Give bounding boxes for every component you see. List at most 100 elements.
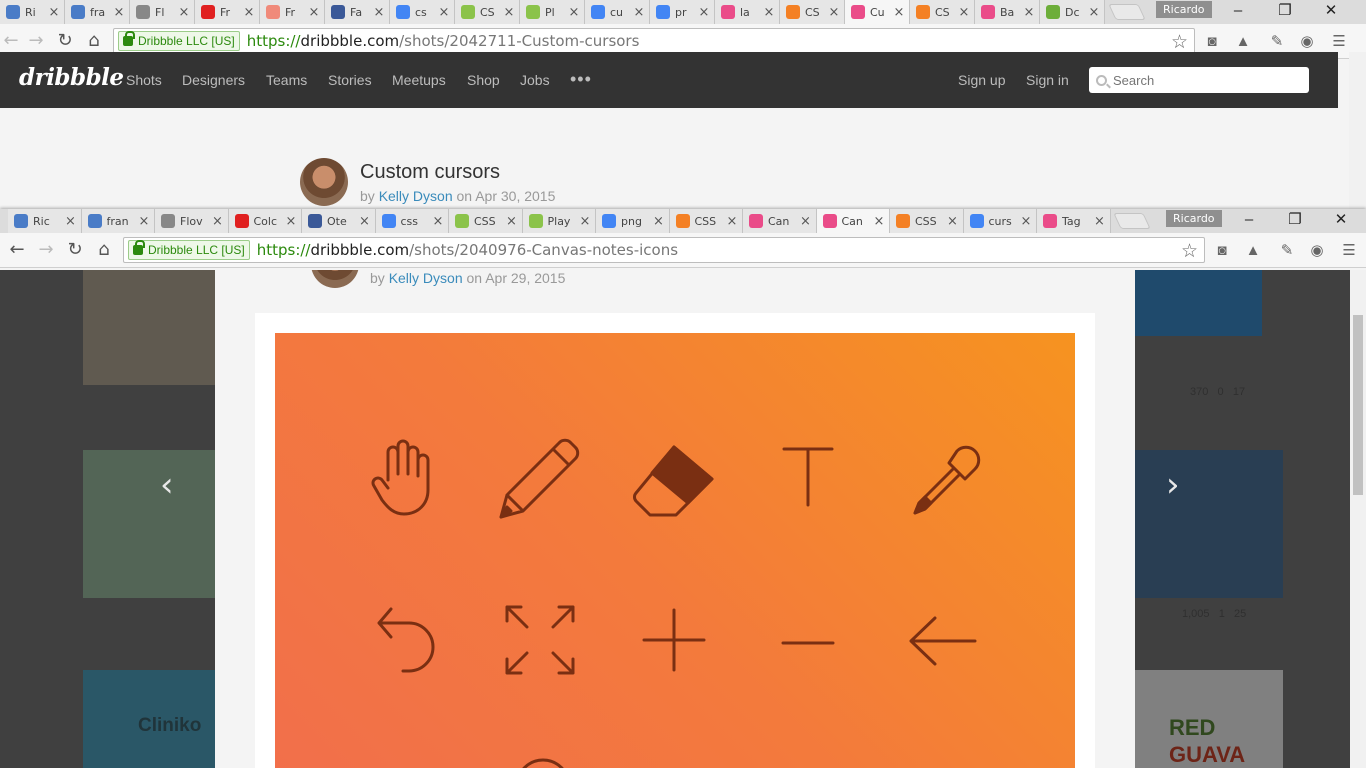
tab-close-icon[interactable]: × <box>1023 5 1035 20</box>
nav-designers[interactable]: Designers <box>182 72 245 88</box>
next-shot-arrow-icon[interactable]: › <box>1166 465 1180 505</box>
tab-close-icon[interactable]: × <box>243 5 255 20</box>
scrollbar-thumb[interactable] <box>1353 315 1363 495</box>
previous-shot-arrow-icon[interactable]: ‹ <box>160 465 174 505</box>
tab-close-icon[interactable]: × <box>763 5 775 20</box>
shot-image[interactable] <box>275 333 1075 768</box>
author-link[interactable]: Kelly Dyson <box>379 188 453 204</box>
nav-stories[interactable]: Stories <box>328 72 372 88</box>
tab-close-icon[interactable]: × <box>503 5 515 20</box>
drive-icon[interactable]: ▲ <box>1244 242 1262 260</box>
tab-close-icon[interactable]: × <box>138 214 150 229</box>
browser-tab[interactable]: Cu × <box>845 0 910 24</box>
tab-close-icon[interactable]: × <box>633 5 645 20</box>
browser-tab[interactable]: fran × <box>81 209 155 233</box>
camera-icon[interactable]: ◙ <box>1213 242 1231 260</box>
nav-meetups[interactable]: Meetups <box>392 72 446 88</box>
browser-tab[interactable]: fra × <box>65 0 130 24</box>
tab-close-icon[interactable]: × <box>113 5 125 20</box>
browser-tab[interactable]: Tag × <box>1037 209 1111 233</box>
close-window-button[interactable]: ✕ <box>1308 0 1354 22</box>
tab-close-icon[interactable]: × <box>1020 214 1032 229</box>
author-link[interactable]: Kelly Dyson <box>389 270 463 286</box>
browser-tab[interactable]: cu × <box>585 0 650 24</box>
address-bar[interactable]: Dribbble LLC [US] https://dribbble.com/s… <box>113 28 1195 54</box>
drive-icon[interactable]: ▲ <box>1234 33 1252 51</box>
eyedropper-extension-icon[interactable]: ✎ <box>1268 33 1286 51</box>
nav-teams[interactable]: Teams <box>266 72 307 88</box>
browser-tab[interactable]: Pl × <box>520 0 585 24</box>
browser-tab[interactable]: Fl × <box>130 0 195 24</box>
minimize-button[interactable]: – <box>1226 209 1272 231</box>
restore-button[interactable]: ❐ <box>1262 0 1308 22</box>
browser-tab[interactable]: Play × <box>522 209 596 233</box>
extension-icon[interactable]: ◉ <box>1298 33 1316 51</box>
signup-link[interactable]: Sign up <box>958 72 1005 88</box>
security-indicator[interactable]: Dribbble LLC [US] <box>128 240 250 260</box>
browser-tab[interactable]: Colc × <box>228 209 302 233</box>
tab-close-icon[interactable]: × <box>947 214 959 229</box>
tab-close-icon[interactable]: × <box>438 5 450 20</box>
tab-close-icon[interactable]: × <box>48 5 60 20</box>
reload-button[interactable]: ↻ <box>64 239 86 261</box>
address-bar[interactable]: Dribbble LLC [US] https://dribbble.com/s… <box>123 237 1205 263</box>
browser-tab[interactable]: CS × <box>910 0 975 24</box>
bookmark-star-icon[interactable]: ☆ <box>1181 240 1198 263</box>
bookmark-star-icon[interactable]: ☆ <box>1171 31 1188 54</box>
new-tab-button[interactable] <box>1108 4 1146 20</box>
restore-button[interactable]: ❐ <box>1272 209 1318 231</box>
tab-close-icon[interactable]: × <box>1088 5 1100 20</box>
browser-tab[interactable]: Flov × <box>155 209 229 233</box>
tab-close-icon[interactable]: × <box>800 214 812 229</box>
camera-icon[interactable]: ◙ <box>1203 33 1221 51</box>
tab-close-icon[interactable]: × <box>65 214 77 229</box>
tab-close-icon[interactable]: × <box>873 214 885 229</box>
tab-close-icon[interactable]: × <box>373 5 385 20</box>
tab-close-icon[interactable]: × <box>726 214 738 229</box>
new-tab-button[interactable] <box>1113 213 1151 229</box>
browser-tab[interactable]: Fa × <box>325 0 390 24</box>
close-window-button[interactable]: ✕ <box>1318 209 1364 231</box>
signin-link[interactable]: Sign in <box>1026 72 1069 88</box>
tab-close-icon[interactable]: × <box>178 5 190 20</box>
browser-tab[interactable]: CSS × <box>669 209 743 233</box>
tab-close-icon[interactable]: × <box>432 214 444 229</box>
tab-close-icon[interactable]: × <box>568 5 580 20</box>
tab-close-icon[interactable]: × <box>359 214 371 229</box>
back-button[interactable]: ← <box>0 30 22 52</box>
tab-close-icon[interactable]: × <box>1094 214 1106 229</box>
minimize-button[interactable]: – <box>1215 0 1261 22</box>
menu-icon[interactable]: ☰ <box>1330 33 1348 51</box>
nav-shots[interactable]: Shots <box>126 72 162 88</box>
tab-close-icon[interactable]: × <box>285 214 297 229</box>
nav-jobs[interactable]: Jobs <box>520 72 550 88</box>
browser-tab[interactable]: Fr × <box>260 0 325 24</box>
eyedropper-extension-icon[interactable]: ✎ <box>1278 242 1296 260</box>
tab-close-icon[interactable]: × <box>893 5 905 20</box>
browser-tab[interactable]: cs × <box>390 0 455 24</box>
browser-tab[interactable]: CS × <box>455 0 520 24</box>
tab-close-icon[interactable]: × <box>212 214 224 229</box>
browser-tab[interactable]: Dc × <box>1040 0 1105 24</box>
browser-tab[interactable]: png × <box>596 209 670 233</box>
browser-tab[interactable]: Ric × <box>8 209 82 233</box>
back-button[interactable]: ← <box>6 239 28 261</box>
browser-tab[interactable]: pr × <box>650 0 715 24</box>
dribbble-logo[interactable]: dribbble <box>19 64 124 91</box>
search-box[interactable] <box>1089 67 1309 93</box>
nav-shop[interactable]: Shop <box>467 72 500 88</box>
avatar[interactable] <box>311 270 359 288</box>
home-button[interactable]: ⌂ <box>83 30 105 52</box>
security-indicator[interactable]: Dribbble LLC [US] <box>118 31 240 51</box>
browser-tab[interactable]: css × <box>375 209 449 233</box>
browser-tab[interactable]: Ba × <box>975 0 1040 24</box>
forward-button[interactable]: → <box>35 239 57 261</box>
tab-close-icon[interactable]: × <box>828 5 840 20</box>
profile-button[interactable]: Ricardo <box>1166 210 1222 227</box>
browser-tab[interactable]: Can × <box>743 209 817 233</box>
tab-close-icon[interactable]: × <box>506 214 518 229</box>
tab-close-icon[interactable]: × <box>698 5 710 20</box>
forward-button[interactable]: → <box>25 30 47 52</box>
profile-button[interactable]: Ricardo <box>1156 1 1212 18</box>
tab-close-icon[interactable]: × <box>308 5 320 20</box>
